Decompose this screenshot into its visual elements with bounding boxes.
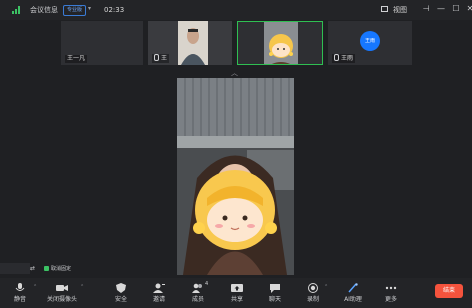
camera-icon bbox=[56, 285, 68, 291]
end-meeting-button[interactable]: 结束 bbox=[435, 284, 463, 298]
invite-label: 邀请 bbox=[152, 296, 165, 303]
signal-icon bbox=[12, 6, 22, 14]
chat-label: 聊天 bbox=[268, 296, 281, 303]
chevron-icon[interactable]: ▾ bbox=[88, 5, 91, 12]
participant-tile-active[interactable] bbox=[237, 21, 323, 65]
record-button[interactable]: 录制 bbox=[302, 280, 324, 306]
mute-button[interactable]: 静音 bbox=[8, 280, 32, 306]
mic-icon bbox=[154, 54, 159, 61]
participant-tile[interactable]: 王雨 王雨 bbox=[328, 21, 412, 65]
members-count: 4 bbox=[205, 281, 209, 287]
minimize-icon[interactable]: — bbox=[436, 3, 446, 15]
record-icon bbox=[308, 283, 318, 293]
share-button[interactable]: 共享 bbox=[226, 280, 248, 306]
pin-icon[interactable]: ⊣ bbox=[421, 3, 431, 15]
participant-tile[interactable]: 王一凡 bbox=[61, 21, 143, 65]
meeting-info-button[interactable]: 会议信息 bbox=[30, 4, 58, 16]
meeting-timer: 02:33 bbox=[104, 6, 125, 14]
participant-name: 王雨 bbox=[332, 54, 356, 63]
members-label: 成员 bbox=[191, 296, 204, 303]
ai-assistant-label: AI助理 bbox=[344, 296, 362, 303]
participant-name: 王 bbox=[152, 54, 170, 63]
members-button[interactable]: 4 成员 bbox=[186, 280, 210, 306]
switch-icon[interactable]: ⇄ bbox=[30, 265, 35, 272]
invite-button[interactable]: 邀请 bbox=[148, 280, 170, 306]
main-video-feed bbox=[177, 78, 294, 275]
more-icon bbox=[385, 286, 397, 290]
chevron-icon[interactable]: ⌃ bbox=[33, 284, 37, 290]
participant-tile[interactable]: 王 bbox=[148, 21, 232, 65]
mute-label: 静音 bbox=[13, 296, 26, 303]
chevron-icon[interactable]: ⌃ bbox=[80, 284, 84, 290]
participant-video bbox=[238, 22, 322, 64]
chevron-icon[interactable]: ⌃ bbox=[324, 284, 328, 290]
avatar: 王雨 bbox=[360, 31, 380, 51]
security-label: 安全 bbox=[114, 296, 127, 303]
view-button[interactable]: 视图 bbox=[393, 4, 407, 16]
ai-assistant-button[interactable]: AI助理 bbox=[340, 280, 366, 306]
pin-icon bbox=[44, 266, 49, 271]
edition-badge: 专业版 bbox=[63, 5, 87, 16]
members-icon bbox=[192, 283, 202, 293]
security-button[interactable]: 安全 bbox=[110, 280, 132, 306]
more-label: 更多 bbox=[384, 296, 397, 303]
invite-icon bbox=[153, 283, 165, 293]
share-label: 共享 bbox=[230, 296, 243, 303]
camera-label: 关闭摄像头 bbox=[46, 296, 77, 303]
camera-button[interactable]: 关闭摄像头 bbox=[40, 280, 84, 306]
participant-name: 王一凡 bbox=[65, 55, 88, 63]
self-preview[interactable] bbox=[0, 263, 30, 274]
main-video bbox=[177, 78, 294, 275]
mic-icon bbox=[15, 283, 25, 291]
chat-icon bbox=[270, 284, 280, 293]
ai-icon bbox=[348, 283, 358, 293]
view-grid-icon[interactable] bbox=[381, 6, 388, 12]
unpin-button[interactable]: 取消固定 bbox=[41, 264, 74, 274]
maximize-icon[interactable]: ☐ bbox=[451, 3, 461, 15]
share-icon bbox=[231, 284, 243, 292]
close-icon[interactable]: ✕ bbox=[465, 3, 472, 15]
record-label: 录制 bbox=[306, 296, 319, 303]
collapse-up-icon[interactable]: ︿ bbox=[231, 68, 238, 78]
shield-icon bbox=[116, 283, 126, 293]
more-button[interactable]: 更多 bbox=[380, 280, 402, 306]
chat-button[interactable]: 聊天 bbox=[264, 280, 286, 306]
mic-icon bbox=[334, 54, 339, 61]
